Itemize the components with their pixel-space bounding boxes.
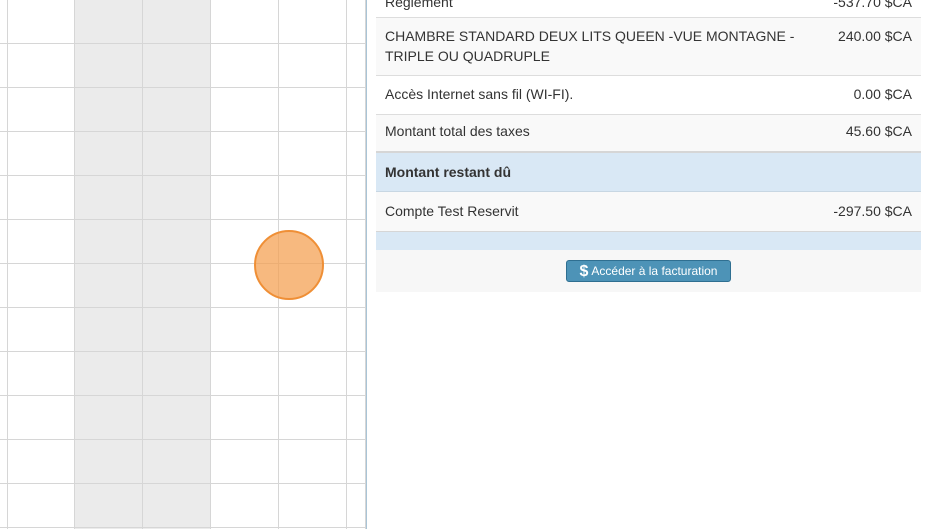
grid-line [0,219,366,220]
row-label-line: TRIPLE OU QUADRUPLE [385,48,550,64]
row-label: Compte Test Reservit [385,203,519,219]
row-amount: -537.70 $CA [833,0,912,10]
row-label: Accès Internet sans fil (WI-FI). [385,86,574,102]
table-footer-strip [376,232,921,250]
invoice-row: Montant total des taxes 45.60 $CA [376,115,921,153]
row-label-line: CHAMBRE STANDARD DEUX LITS QUEEN -VUE MO… [385,28,795,44]
row-amount: 240.00 $CA [838,28,912,44]
grid-line [0,351,366,352]
grid-line [0,175,366,176]
due-header: Montant restant dû [385,164,511,180]
invoice-panel: Règlement -537.70 $CA CHAMBRE STANDARD D… [366,0,947,529]
click-indicator [254,230,324,300]
due-header-row: Montant restant dû [376,153,921,192]
row-amount: 45.60 $CA [845,123,912,139]
row-label: CHAMBRE STANDARD DEUX LITS QUEEN -VUE MO… [385,26,794,66]
grid-line [0,307,366,308]
calendar-column[interactable] [347,0,366,529]
invoice-row: Compte Test Reservit -297.50 $CA [376,192,921,232]
grid-line [0,527,366,528]
screen: Règlement -537.70 $CA CHAMBRE STANDARD D… [0,0,947,529]
invoice-row: Règlement -537.70 $CA [376,0,921,18]
dollar-icon: $ [579,263,589,280]
row-amount: -297.50 $CA [833,203,912,219]
calendar-column-weekend[interactable] [143,0,211,529]
calendar-column-weekend[interactable] [75,0,143,529]
grid-line [0,439,366,440]
row-label: Règlement [385,0,453,10]
grid-line [0,131,366,132]
grid-line [0,87,366,88]
billing-button-label: Accéder à la facturation [591,264,718,278]
row-amount: 0.00 $CA [853,86,912,102]
billing-button[interactable]: $ Accéder à la facturation [566,260,731,282]
grid-line [0,43,366,44]
invoice-row: Accès Internet sans fil (WI-FI). 0.00 $C… [376,76,921,115]
invoice-footer: $ Accéder à la facturation [376,250,921,292]
invoice-row: CHAMBRE STANDARD DEUX LITS QUEEN -VUE MO… [376,18,921,76]
row-label: Montant total des taxes [385,123,530,139]
grid-line [0,483,366,484]
calendar-column[interactable] [0,0,8,529]
grid-line [0,395,366,396]
calendar-column[interactable] [8,0,75,529]
